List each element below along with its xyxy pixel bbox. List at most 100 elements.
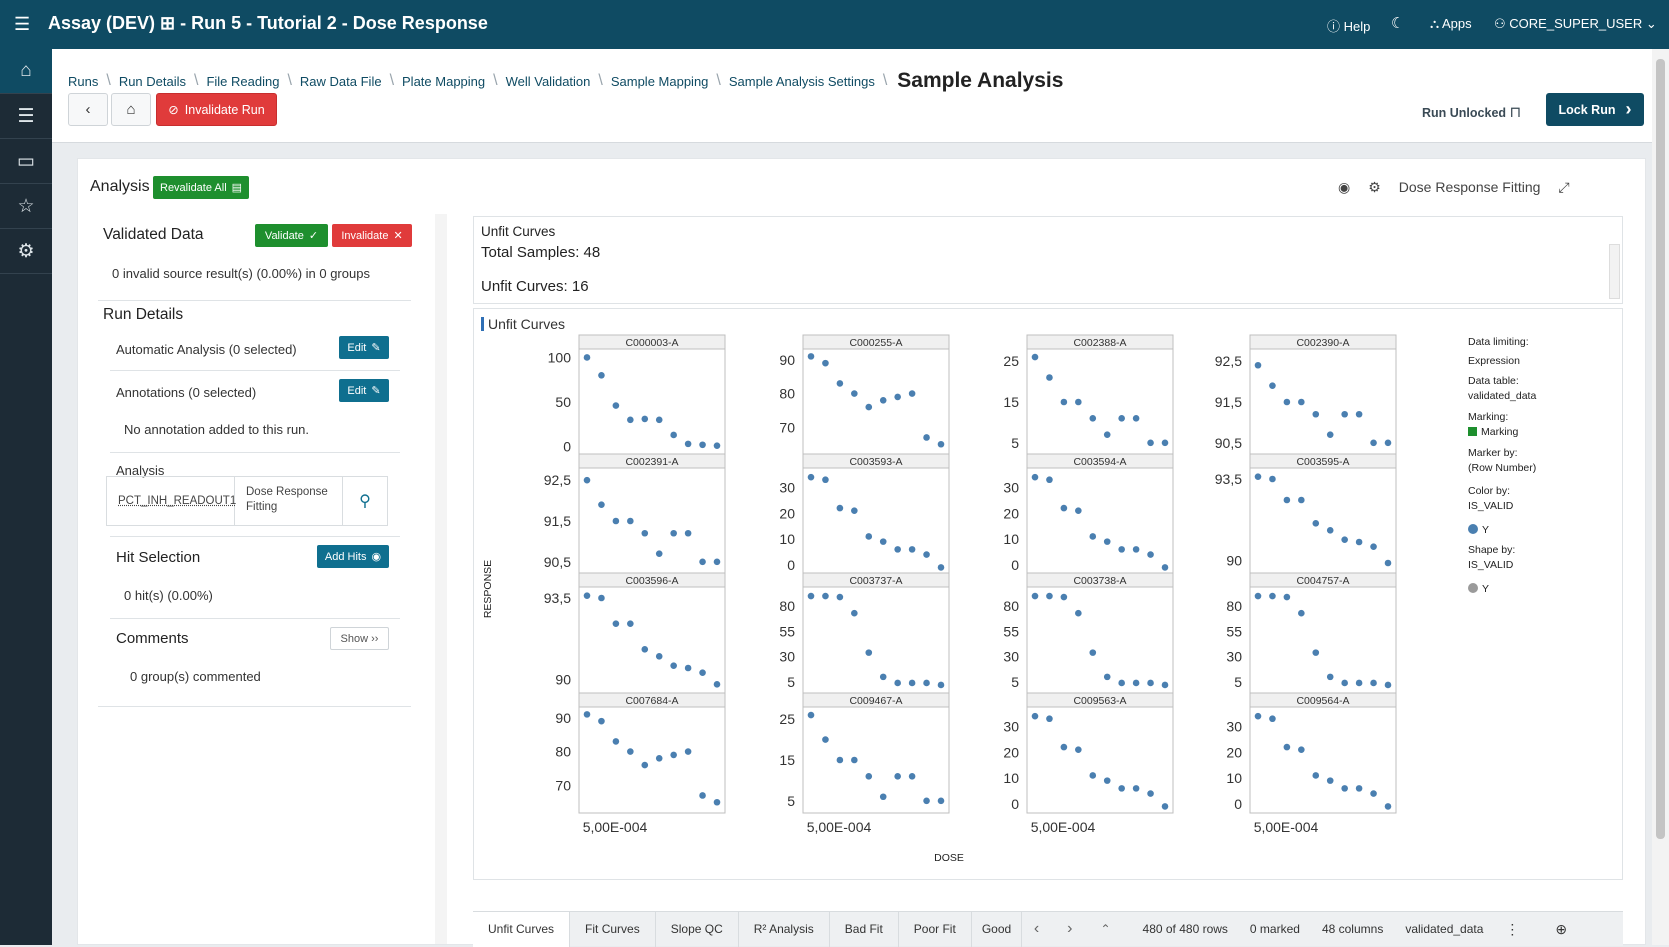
more-icon[interactable]: ⋮ bbox=[1505, 921, 1519, 938]
panel-title: C002391-A bbox=[625, 456, 678, 468]
y-tick-label: 80 bbox=[1003, 598, 1019, 614]
breadcrumb-file-reading[interactable]: File Reading bbox=[206, 74, 279, 89]
y-tick-label: 30 bbox=[779, 479, 795, 495]
y-tick-label: 92,5 bbox=[544, 472, 571, 488]
expand-icon[interactable]: ⤢ bbox=[1558, 179, 1569, 196]
breadcrumb-runs[interactable]: Runs bbox=[68, 74, 98, 89]
color-swatch bbox=[1468, 524, 1478, 534]
breadcrumb-raw-data-file[interactable]: Raw Data File bbox=[300, 74, 382, 89]
chart-title-marker bbox=[481, 317, 484, 331]
data-point bbox=[1312, 772, 1320, 779]
tab-poor-fit[interactable]: Poor Fit bbox=[899, 911, 972, 947]
star-icon[interactable]: ☆ bbox=[0, 184, 52, 229]
breadcrumb-well-validation[interactable]: Well Validation bbox=[506, 74, 591, 89]
data-point bbox=[1161, 803, 1169, 810]
edit-automatic-analysis-button[interactable]: Edit ✎ bbox=[339, 336, 389, 359]
revalidate-all-button[interactable]: Revalidate All ▤ bbox=[153, 176, 250, 199]
data-point bbox=[1046, 374, 1053, 381]
y-tick-label: 25 bbox=[1003, 353, 1019, 369]
breadcrumb-sample-mapping[interactable]: Sample Mapping bbox=[611, 74, 709, 89]
help-link[interactable]: ⓘ Help bbox=[1327, 16, 1370, 35]
apps-menu[interactable]: ⛬ Apps bbox=[1430, 16, 1472, 32]
invalidate-button[interactable]: Invalidate ✕ bbox=[332, 224, 412, 247]
breadcrumb-run-details[interactable]: Run Details bbox=[119, 74, 186, 89]
check-icon: ✓ bbox=[308, 230, 319, 242]
menu-icon[interactable]: ☰ bbox=[14, 15, 30, 33]
globe-icon[interactable]: ⊕ bbox=[1555, 921, 1567, 938]
tab-fit-curves[interactable]: Fit Curves bbox=[570, 911, 656, 947]
panel-title: C007684-A bbox=[625, 695, 678, 707]
data-point bbox=[1254, 712, 1262, 720]
data-point bbox=[879, 673, 887, 681]
add-hits-button[interactable]: Add Hits ◉ bbox=[317, 545, 389, 568]
data-point bbox=[655, 755, 663, 762]
panel-frame bbox=[1249, 453, 1397, 575]
legend-shape-item[interactable]: Y bbox=[1468, 583, 1489, 595]
tab-good[interactable]: Good bbox=[972, 911, 1022, 947]
y-tick-label: 30 bbox=[1226, 718, 1242, 734]
y-tick-label: 20 bbox=[1226, 744, 1242, 760]
chevron-up-double-icon[interactable]: ⌃ bbox=[1100, 922, 1110, 936]
eye-icon[interactable]: ◉ bbox=[1338, 179, 1350, 196]
close-icon: ✕ bbox=[393, 230, 403, 242]
data-point bbox=[583, 354, 591, 361]
data-point bbox=[807, 711, 815, 719]
data-point bbox=[822, 359, 829, 367]
show-comments-button[interactable]: Show ›› bbox=[330, 627, 389, 650]
data-point bbox=[1341, 785, 1348, 792]
x-axis-label: DOSE bbox=[934, 852, 964, 864]
folder-icon[interactable]: ▭ bbox=[0, 139, 52, 184]
home-icon[interactable]: ⌂ bbox=[0, 49, 52, 94]
lock-run-button[interactable]: Lock Run › bbox=[1546, 93, 1644, 126]
data-point bbox=[908, 390, 916, 397]
x-tick-label: 5,00E-004 bbox=[1031, 819, 1096, 835]
data-point bbox=[894, 679, 901, 687]
data-point bbox=[1355, 410, 1363, 418]
edit-annotations-button[interactable]: Edit ✎ bbox=[339, 379, 389, 402]
visualization-name[interactable]: Dose Response Fitting bbox=[1399, 179, 1541, 195]
tab-r2-analysis[interactable]: R² Analysis bbox=[739, 911, 830, 947]
breadcrumb-plate-mapping[interactable]: Plate Mapping bbox=[402, 74, 485, 89]
legend-data-table-value: validated_data bbox=[1468, 390, 1537, 402]
legend-shape-by-label: Shape by: bbox=[1468, 544, 1516, 556]
shape-swatch bbox=[1468, 583, 1478, 593]
search-icon[interactable]: ⚲ bbox=[343, 477, 387, 525]
gear-icon[interactable]: ⚙ bbox=[0, 229, 52, 274]
data-point bbox=[851, 756, 858, 764]
moon-icon[interactable]: ☾ bbox=[1391, 14, 1404, 32]
chevron-right-icon[interactable]: › bbox=[1067, 920, 1072, 938]
legend-marking-item[interactable]: Marking bbox=[1468, 426, 1518, 438]
data-point bbox=[1075, 398, 1082, 406]
data-point bbox=[583, 476, 591, 484]
data-point bbox=[1046, 592, 1053, 600]
tab-unfit-curves[interactable]: Unfit Curves bbox=[473, 911, 571, 947]
legend-color-by-value: IS_VALID bbox=[1468, 500, 1514, 512]
chevron-left-icon[interactable]: ‹ bbox=[1034, 920, 1039, 938]
user-menu[interactable]: ⚇ CORE_SUPER_USER ⌄ bbox=[1494, 16, 1657, 32]
breadcrumb-sample-analysis-settings[interactable]: Sample Analysis Settings bbox=[729, 74, 875, 89]
summary-scrollbar[interactable] bbox=[1609, 244, 1620, 299]
data-point bbox=[865, 773, 873, 780]
left-panel-scrollbar[interactable] bbox=[435, 214, 447, 944]
validate-button[interactable]: Validate ✓ bbox=[255, 224, 328, 247]
data-point bbox=[713, 442, 721, 449]
analysis-selector[interactable]: PCT_INH_READOUT1 Dose Response Fitting ⚲ bbox=[106, 476, 388, 526]
y-tick-label: 80 bbox=[779, 598, 795, 614]
data-point bbox=[1031, 592, 1039, 600]
page-scrollbar[interactable] bbox=[1652, 49, 1669, 945]
gear-icon[interactable]: ⚙ bbox=[1368, 179, 1381, 196]
list-icon[interactable]: ☰ bbox=[0, 94, 52, 139]
invalidate-run-button[interactable]: ⊘ Invalidate Run bbox=[156, 93, 277, 126]
home-button[interactable]: ⌂ bbox=[111, 93, 151, 126]
data-point bbox=[598, 717, 605, 725]
y-tick-label: 30 bbox=[1003, 649, 1019, 665]
data-point bbox=[1118, 415, 1125, 422]
tab-bad-fit[interactable]: Bad Fit bbox=[830, 911, 899, 947]
back-button[interactable]: ‹ bbox=[68, 93, 108, 126]
data-point bbox=[1298, 746, 1305, 753]
trellis-chart[interactable]: Unfit CurvesRESPONSEDOSEC000003-A100500C… bbox=[474, 309, 1624, 881]
y-tick-label: 80 bbox=[779, 386, 795, 402]
tab-slope-qc[interactable]: Slope QC bbox=[656, 911, 739, 947]
legend-color-item[interactable]: Y bbox=[1468, 524, 1489, 536]
analysis-card: Analysis Revalidate All ▤ ◉ ⚙ Dose Respon… bbox=[77, 158, 1646, 947]
